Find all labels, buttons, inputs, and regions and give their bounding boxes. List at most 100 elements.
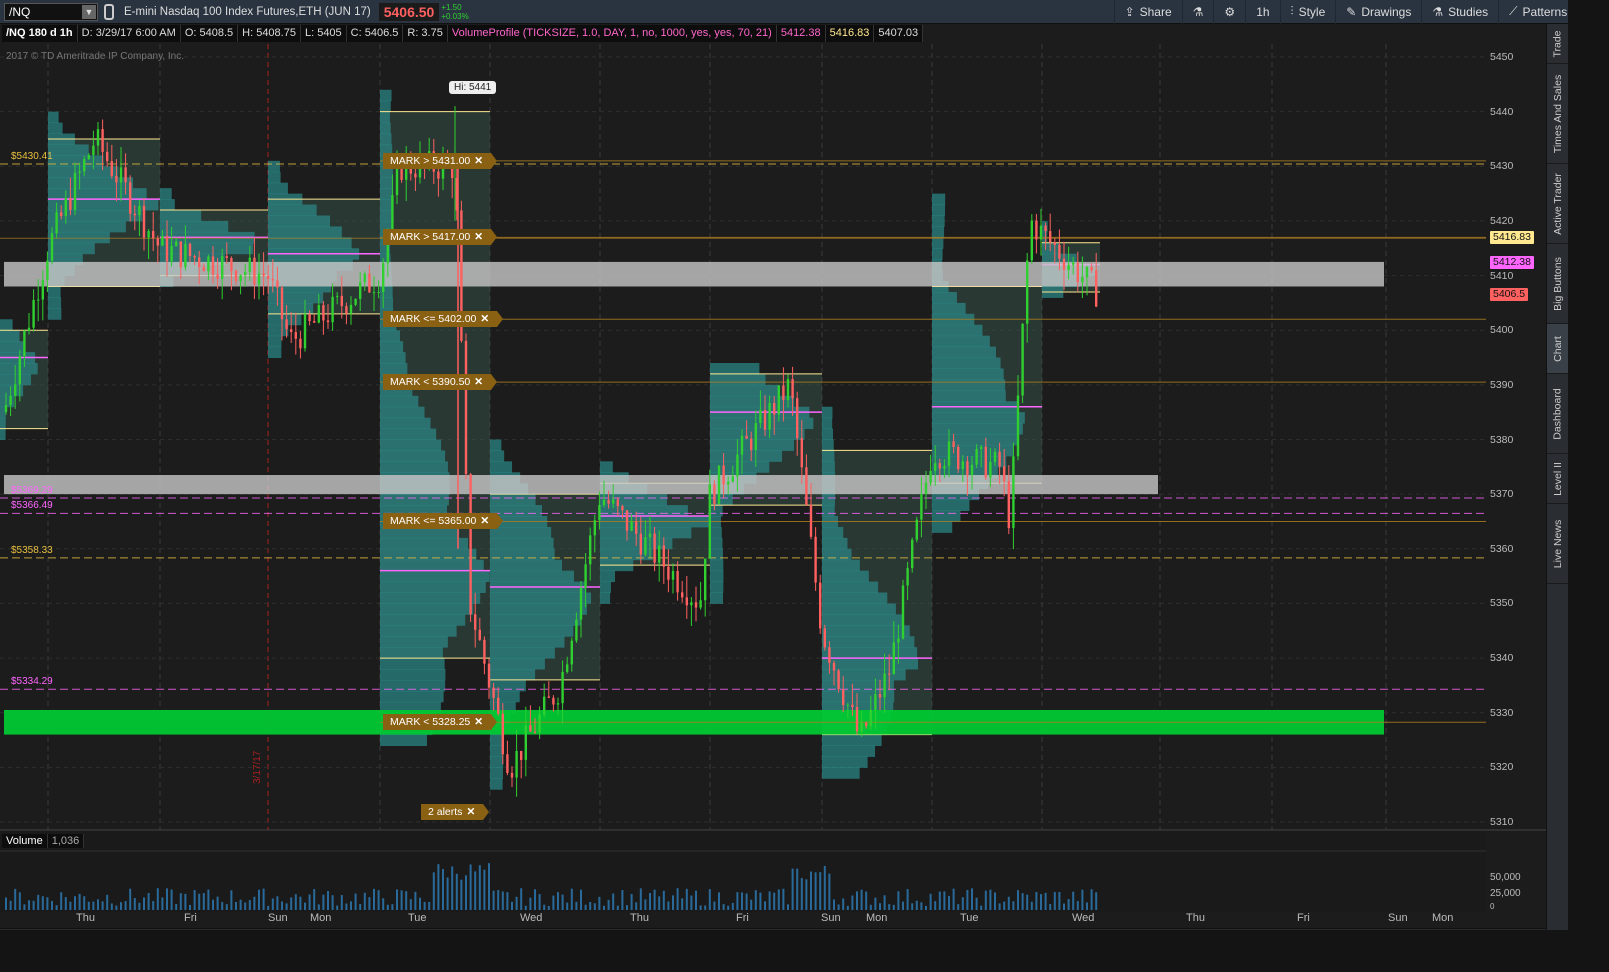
volume-bar <box>207 889 210 910</box>
link-icon[interactable] <box>104 3 114 20</box>
alert-tag[interactable]: MARK > 5431.00 ✕ <box>383 152 498 169</box>
studies-button[interactable]: ⚗ Studies <box>1421 0 1498 24</box>
settings-button[interactable]: ⚙ <box>1213 0 1245 24</box>
alert-tag[interactable]: MARK > 5417.00 ✕ <box>383 229 498 246</box>
style-button[interactable]: ⫶ Style <box>1279 0 1336 24</box>
candle-body <box>1039 225 1043 240</box>
volume-bar <box>281 901 283 910</box>
chart-area[interactable]: /NQ 180 d 1h D: 3/29/17 6:00 AM O: 5408.… <box>0 24 1546 941</box>
rail-tab-times-and-sales[interactable]: Times And Sales <box>1547 64 1569 164</box>
price-axis-label: 5400 <box>1490 324 1514 337</box>
drawings-button[interactable]: ✎ Drawings <box>1335 0 1421 24</box>
volume-profile-bar <box>932 499 970 512</box>
volume-bar <box>179 893 182 910</box>
close-icon[interactable]: ✕ <box>474 231 483 243</box>
volume-bar <box>621 890 624 910</box>
volume-bar <box>133 898 136 910</box>
close-icon[interactable]: ✕ <box>474 376 483 388</box>
volume-bar <box>313 889 316 910</box>
time-axis-label: Fri <box>736 912 749 924</box>
alert-label: MARK <= 5402.00 <box>390 313 477 326</box>
candle-body <box>1049 231 1052 243</box>
candle-body <box>878 694 882 698</box>
patterns-button[interactable]: ⟋ Patterns <box>1498 0 1577 24</box>
candle-body <box>524 725 527 760</box>
volume-bar <box>87 901 90 910</box>
alerts-count-tag[interactable]: 2 alerts ✕ <box>421 804 490 820</box>
volume-profile-bar <box>490 461 513 473</box>
price-axis-label: 5310 <box>1490 816 1514 828</box>
volume-profile-bar <box>932 346 996 359</box>
share-icon: ⇪ <box>1124 4 1135 19</box>
candle-body <box>837 670 840 690</box>
ohlc-low: L: 5405 <box>300 25 347 42</box>
volume-bar <box>1090 889 1093 910</box>
rail-tab-live-news[interactable]: Live News <box>1547 504 1569 584</box>
volume-bar <box>37 894 40 910</box>
alert-tag[interactable]: MARK <= 5402.00 ✕ <box>383 311 504 328</box>
candle-body <box>865 722 868 726</box>
ohlc-close: C: 5406.5 <box>346 25 404 42</box>
candle-body <box>745 435 748 439</box>
volume-bar <box>400 890 403 910</box>
chevron-down-icon[interactable]: ▼ <box>82 4 96 19</box>
alert-tag[interactable]: MARK < 5328.25 ✕ <box>383 714 498 731</box>
volume-bar <box>271 898 274 910</box>
price-axis-label: 5380 <box>1490 433 1514 446</box>
high-marker-label: Hi: 5441 <box>449 81 497 94</box>
rail-tab-level-ii[interactable]: Level II <box>1547 454 1569 504</box>
volume-bar <box>925 905 927 910</box>
volume-profile-bar <box>380 395 419 408</box>
volume-bar <box>883 895 886 910</box>
volume-bar <box>216 896 219 910</box>
volume-bar <box>948 895 950 910</box>
rail-tab-chart[interactable]: Chart <box>1547 324 1569 374</box>
volume-bar <box>1049 904 1052 910</box>
candle-body <box>207 256 210 272</box>
volume-profile-bar <box>710 548 723 561</box>
rail-tab-trade[interactable]: Trade <box>1547 24 1569 64</box>
volume-profile-bar <box>380 286 393 298</box>
volume-bar <box>879 903 881 910</box>
volume-bar <box>506 892 509 910</box>
study-value-1: 5412.38 <box>776 25 826 42</box>
flask-button[interactable]: ⚗ <box>1181 0 1214 24</box>
candle-body <box>924 482 928 495</box>
alert-tag[interactable]: MARK <= 5365.00 ✕ <box>383 513 504 530</box>
rail-tab-dashboard[interactable]: Dashboard <box>1547 374 1569 454</box>
gear-icon: ⚙ <box>1224 4 1236 19</box>
close-icon[interactable]: ✕ <box>480 313 489 325</box>
close-icon[interactable]: ✕ <box>474 155 483 167</box>
candle-body <box>570 640 573 665</box>
timeframe-button[interactable]: 1h <box>1245 0 1279 24</box>
candle-body <box>1007 481 1010 529</box>
study-name[interactable]: VolumeProfile (TICKSIZE, 1.0, DAY, 1, no… <box>447 25 777 42</box>
time-axis-label: Tue <box>960 912 979 924</box>
symbol-input[interactable]: /NQ ▼ <box>4 2 98 21</box>
volume-profile-bar <box>380 122 391 134</box>
volume-profile-bar <box>710 559 724 572</box>
volume-bar <box>359 903 362 910</box>
rail-tab-big-buttons[interactable]: Big Buttons <box>1547 244 1569 324</box>
rail-tab-label: Level II <box>1552 461 1565 496</box>
volume-profile-bar <box>710 395 795 408</box>
volume-bar <box>819 872 822 910</box>
time-axis-label: Fri <box>184 912 197 924</box>
rail-tab-label: Times And Sales <box>1552 74 1564 153</box>
volume-bar <box>1012 901 1015 910</box>
volume-profile-bar <box>490 669 536 681</box>
candle-body <box>855 707 859 732</box>
close-icon[interactable]: ✕ <box>466 806 475 818</box>
share-button[interactable]: ⇪ Share <box>1113 0 1182 24</box>
volume-profile-bar <box>268 302 314 315</box>
patterns-label: Patterns <box>1522 4 1568 19</box>
close-icon[interactable]: ✕ <box>480 515 489 527</box>
alert-tag[interactable]: MARK < 5390.50 ✕ <box>383 374 498 391</box>
rail-tab-active-trader[interactable]: Active Trader <box>1547 164 1569 244</box>
price-chart-canvas[interactable] <box>0 24 1546 930</box>
volume-profile-bar <box>932 226 945 238</box>
volume-profile-bar <box>160 199 175 211</box>
close-icon[interactable]: ✕ <box>474 716 483 728</box>
volume-bar <box>262 888 265 910</box>
volume-bar <box>1086 902 1088 910</box>
